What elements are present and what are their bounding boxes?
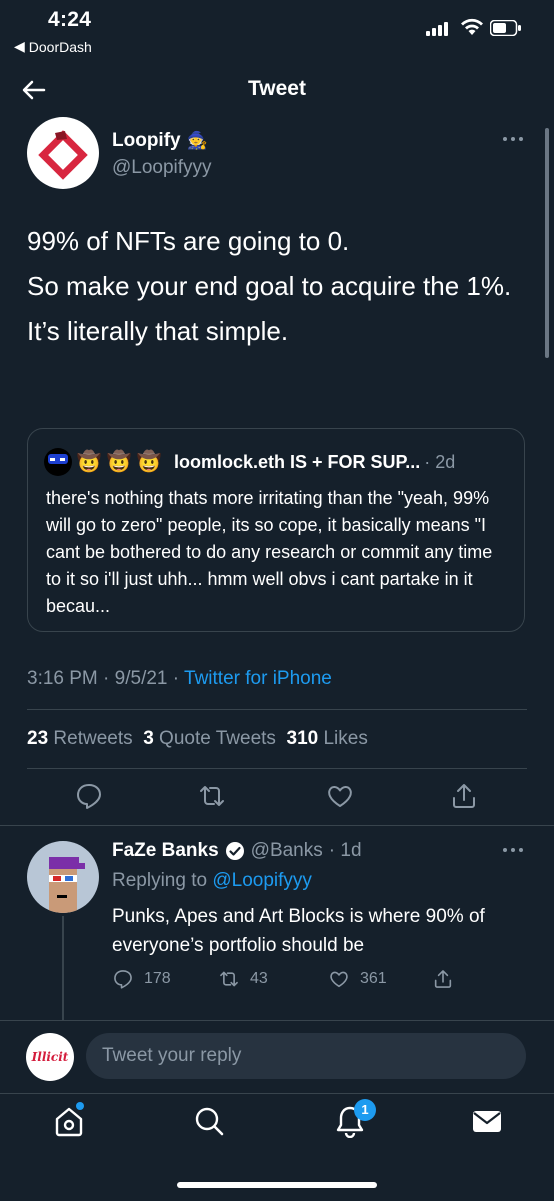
back-triangle-icon: ◀	[14, 38, 25, 54]
wifi-icon	[461, 18, 483, 35]
author-name[interactable]: Loopify 🧙	[112, 130, 208, 152]
status-time: 4:24	[48, 8, 92, 31]
reply-share-button[interactable]	[432, 968, 454, 990]
quoted-author-avatar	[44, 448, 72, 476]
cowboy-emoji-icon: 🤠	[136, 451, 162, 473]
reply-header: FaZe Banks @Banks · 1d	[112, 840, 362, 862]
retweet-count: 43	[250, 970, 268, 987]
replying-to: Replying to @Loopifyyy	[112, 870, 312, 892]
quote-tweets-count: 3	[143, 728, 154, 749]
author-name-text: Loopify	[112, 130, 181, 151]
share-icon	[434, 970, 452, 988]
tweet-text: 99% of NFTs are going to 0. So make your…	[27, 224, 527, 358]
like-heart-icon	[330, 971, 348, 988]
replying-to-label: Replying to	[112, 870, 208, 891]
wizard-emoji-icon: 🧙	[186, 131, 208, 150]
notification-badge: 1	[354, 1099, 376, 1121]
reply-time: · 1d	[328, 840, 362, 861]
reply-reply-button[interactable]: 178	[112, 968, 171, 990]
reply-input[interactable]	[86, 1033, 526, 1079]
reply-author-avatar[interactable]	[27, 841, 99, 913]
tweet-paragraph: 99% of NFTs are going to 0.	[27, 226, 350, 256]
tweet-time: 3:16 PM	[27, 668, 98, 689]
divider	[0, 825, 554, 826]
quoted-author-name: loomlock.eth IS + FOR SUP...	[174, 451, 421, 472]
quoted-tweet-text: there's nothing thats more irritating th…	[46, 488, 493, 616]
divider	[27, 709, 527, 710]
quoted-tweet-header: 🤠 🤠 🤠 loomlock.eth IS + FOR SUP... · 2d	[44, 448, 455, 476]
home-new-content-dot	[76, 1102, 84, 1110]
quoted-tweet-card[interactable]: 🤠 🤠 🤠 loomlock.eth IS + FOR SUP... · 2d …	[27, 428, 525, 632]
replying-to-handle-link[interactable]: @Loopifyyy	[212, 870, 312, 891]
cellular-signal-icon	[426, 22, 448, 36]
reply-icon[interactable]	[74, 781, 104, 811]
tweet-source-link[interactable]: Twitter for iPhone	[184, 668, 332, 689]
quote-tweets-stat[interactable]: 3 Quote Tweets	[143, 728, 276, 749]
reply-icon	[114, 970, 132, 989]
tweet-date: 9/5/21	[114, 668, 168, 689]
tweet-stats: 23 Retweets 3 Quote Tweets 310 Likes	[27, 728, 368, 750]
tweet-paragraph: It’s literally that simple.	[27, 315, 289, 346]
page-title: Tweet	[248, 77, 306, 100]
cowboy-emoji-icon: 🤠	[106, 451, 132, 473]
divider	[27, 768, 527, 769]
retweets-count: 23	[27, 728, 49, 749]
cowboy-emoji-icon: 🤠	[76, 451, 102, 473]
reply-author-name[interactable]: FaZe Banks	[112, 840, 219, 862]
retweets-stat[interactable]: 23 Retweets	[27, 728, 133, 749]
thread-line	[62, 916, 64, 1021]
tweet-paragraph: So make your end goal to acquire the 1%.	[27, 270, 512, 301]
quote-tweets-label: Quote Tweets	[159, 728, 276, 749]
reply-count: 178	[144, 970, 171, 987]
search-icon[interactable]	[192, 1104, 226, 1138]
retweet-icon[interactable]	[197, 781, 227, 811]
author-handle[interactable]: @Loopifyyy	[112, 157, 212, 179]
messages-envelope-icon[interactable]	[470, 1104, 504, 1138]
reply-author-handle[interactable]: @Banks	[251, 840, 323, 862]
retweets-label: Retweets	[53, 728, 133, 749]
home-indicator[interactable]	[177, 1182, 377, 1188]
more-options-icon[interactable]	[500, 129, 526, 149]
likes-label: Likes	[323, 728, 368, 749]
reply-like-button[interactable]: 361	[328, 968, 387, 990]
my-avatar[interactable]: Illicit	[26, 1033, 74, 1081]
verified-badge-icon	[225, 842, 244, 860]
retweet-icon	[220, 971, 238, 987]
reply-retweet-button[interactable]: 43	[218, 968, 268, 990]
more-options-icon[interactable]	[500, 840, 526, 860]
back-app-label: DoorDash	[28, 38, 92, 55]
tweet-timestamp: 3:16 PM · 9/5/21 · Twitter for iPhone	[27, 668, 332, 689]
like-heart-icon[interactable]	[325, 781, 355, 811]
back-to-app-link[interactable]: ◀ DoorDash	[14, 38, 92, 55]
author-avatar[interactable]	[27, 117, 99, 189]
quoted-tweet-time: · 2d	[424, 451, 456, 472]
loopify-logo-icon	[38, 130, 88, 180]
share-icon[interactable]	[449, 781, 479, 811]
scrollbar-thumb[interactable]	[545, 128, 549, 358]
reply-text: Punks, Apes and Art Blocks is where 90% …	[112, 906, 485, 956]
my-avatar-logo-text: Illicit	[31, 1050, 69, 1064]
like-count: 361	[360, 970, 387, 987]
likes-stat[interactable]: 310 Likes	[287, 728, 368, 749]
likes-count: 310	[286, 728, 319, 749]
battery-icon	[490, 20, 521, 36]
punk-avatar-icon	[49, 857, 85, 913]
